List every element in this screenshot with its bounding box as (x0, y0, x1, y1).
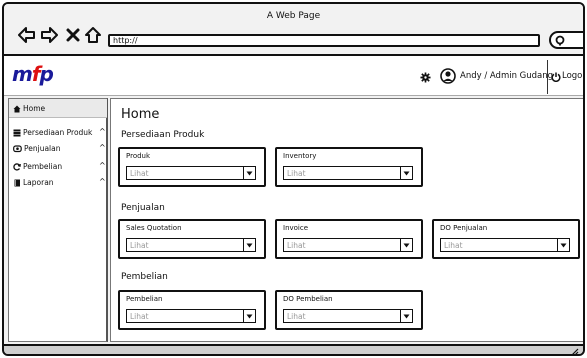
card-invoice: Invoice Lihat (275, 219, 423, 259)
forward-arrow-icon[interactable] (40, 26, 58, 44)
sidebar-item-pembelian[interactable]: Pembelian ^ (13, 161, 106, 171)
search-button[interactable] (549, 31, 583, 49)
address-bar[interactable]: http:// (108, 34, 540, 47)
sidebar-item-laporan[interactable]: Laporan ^ (13, 177, 106, 187)
card-inventory: Inventory Lihat (275, 147, 423, 187)
card-label: DO Penjualan (440, 224, 488, 232)
home-icon[interactable] (84, 26, 102, 44)
sales-icon (13, 144, 22, 152)
section-title-pembelian: Pembelian (121, 272, 168, 282)
main-content: Home Persediaan Produk Produk Lihat Inve… (110, 98, 583, 342)
logout-button[interactable]: Logout (562, 71, 583, 81)
sidebar-item-label: Persediaan Produk (23, 128, 93, 137)
select-value: Lihat (287, 311, 306, 321)
sidebar-item-home[interactable]: Home (13, 104, 45, 113)
back-arrow-icon[interactable] (18, 26, 36, 44)
app-header: mfp Andy / Admin Gudang Logout (4, 56, 583, 96)
invoice-select[interactable]: Lihat (283, 238, 413, 252)
select-value: Lihat (287, 240, 306, 250)
select-value: Lihat (130, 240, 149, 250)
pembelian-select[interactable]: Lihat (126, 309, 256, 323)
select-value: Lihat (287, 168, 306, 178)
select-value: Lihat (444, 240, 463, 250)
browser-statusbar (4, 344, 583, 356)
card-pembelian: Pembelian Lihat (118, 290, 266, 330)
card-produk: Produk Lihat (118, 147, 266, 187)
app-logo[interactable]: mfp (12, 62, 54, 86)
dropdown-arrow-icon[interactable] (557, 239, 569, 251)
browser-titlebar: A Web Page http:// (4, 4, 583, 56)
produk-select[interactable]: Lihat (126, 166, 256, 180)
sidebar: Home Persediaan Produk ^ Penjualan ^ Pem… (8, 98, 108, 342)
dropdown-arrow-icon[interactable] (400, 310, 412, 322)
header-divider (547, 60, 548, 94)
page-title: Home (121, 107, 160, 122)
resize-handle-icon[interactable] (571, 348, 579, 356)
sidebar-item-label: Home (23, 104, 46, 113)
refresh-icon (13, 162, 21, 171)
card-do-pembelian: DO Pembelian Lihat (275, 290, 423, 330)
inventory-select[interactable]: Lihat (283, 166, 413, 180)
sales-quotation-select[interactable]: Lihat (126, 238, 256, 252)
chevron-up-icon[interactable]: ^ (99, 177, 106, 186)
dropdown-arrow-icon[interactable] (400, 239, 412, 251)
user-name[interactable]: Andy / Admin Gudang (460, 71, 553, 81)
section-title-penjualan: Penjualan (121, 203, 165, 213)
home-icon (13, 105, 21, 112)
select-value: Lihat (130, 168, 149, 178)
dropdown-arrow-icon[interactable] (400, 167, 412, 179)
card-label: Inventory (283, 152, 317, 160)
do-pembelian-select[interactable]: Lihat (283, 309, 413, 323)
chevron-up-icon[interactable]: ^ (99, 143, 106, 152)
power-icon[interactable] (551, 72, 561, 82)
sidebar-item-label: Laporan (23, 178, 54, 187)
dropdown-arrow-icon[interactable] (243, 310, 255, 322)
sidebar-item-penjualan[interactable]: Penjualan ^ (13, 143, 106, 153)
card-label: Produk (126, 152, 151, 160)
window-title: A Web Page (266, 11, 321, 21)
user-icon[interactable] (440, 68, 456, 84)
do-penjualan-select[interactable]: Lihat (440, 238, 570, 252)
card-sales-quotation: Sales Quotation Lihat (118, 219, 266, 259)
card-label: Pembelian (126, 295, 163, 303)
stack-icon (13, 129, 21, 136)
search-icon (555, 35, 565, 46)
chevron-up-icon[interactable]: ^ (99, 127, 106, 136)
card-do-penjualan: DO Penjualan Lihat (432, 219, 580, 259)
book-icon (14, 179, 20, 186)
dropdown-arrow-icon[interactable] (243, 239, 255, 251)
sidebar-item-persediaan-produk[interactable]: Persediaan Produk ^ (13, 127, 106, 137)
card-label: DO Pembelian (283, 295, 333, 303)
sidebar-item-label: Pembelian (23, 162, 63, 171)
sidebar-item-label: Penjualan (24, 144, 61, 153)
card-label: Invoice (283, 224, 309, 232)
close-icon[interactable] (64, 26, 82, 44)
gear-icon[interactable] (420, 72, 431, 83)
card-label: Sales Quotation (126, 224, 182, 232)
dropdown-arrow-icon[interactable] (243, 167, 255, 179)
select-value: Lihat (130, 311, 149, 321)
section-title-persediaan: Persediaan Produk (121, 130, 205, 140)
browser-window: A Web Page http:// mfp Andy / Admin Guda… (2, 2, 585, 356)
chevron-up-icon[interactable]: ^ (99, 161, 106, 170)
